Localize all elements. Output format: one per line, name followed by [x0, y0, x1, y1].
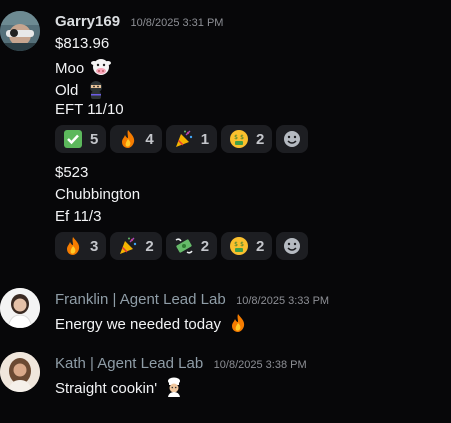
reaction-count: 2	[200, 237, 210, 255]
author-name[interactable]: Franklin | Agent Lead Lab	[55, 291, 226, 308]
avatar-image	[0, 288, 40, 328]
avatar-image	[0, 352, 40, 392]
svg-text:$: $	[240, 134, 244, 141]
money-with-wings-icon	[175, 238, 193, 254]
money-mouth-face-icon: $ $	[230, 237, 249, 255]
svg-text:$: $	[234, 241, 238, 248]
message-line: Moo	[55, 60, 85, 77]
reaction-count: 4	[145, 130, 154, 148]
svg-text:$: $	[240, 241, 244, 248]
avatar[interactable]	[0, 352, 40, 392]
message-text: Energy we needed today	[55, 316, 221, 333]
reaction-party[interactable]: 1	[165, 125, 218, 153]
reactions-bar: 3 2 2 $ $ 2	[55, 232, 309, 260]
reaction-count: 1	[200, 130, 210, 148]
reaction-money-wings[interactable]: 2	[165, 232, 218, 260]
avatar[interactable]	[0, 11, 40, 51]
reaction-money-mouth[interactable]: $ $ 2	[221, 125, 273, 153]
message-line: $813.96	[55, 35, 110, 52]
add-reaction-button[interactable]	[276, 232, 309, 260]
reaction-count: 5	[90, 130, 99, 148]
reaction-count: 2	[256, 237, 265, 255]
money-mouth-face-icon: $ $	[230, 130, 249, 148]
avatar-image	[0, 11, 40, 51]
reaction-count: 2	[256, 130, 265, 148]
author-name[interactable]: Garry169	[55, 13, 120, 30]
fire-icon	[232, 314, 245, 332]
party-popper-icon	[120, 237, 137, 254]
avatar[interactable]	[0, 288, 40, 328]
fire-icon	[122, 130, 135, 148]
reaction-fire[interactable]: 3	[55, 232, 107, 260]
add-reaction-button[interactable]	[276, 125, 309, 153]
author-name[interactable]: Kath | Agent Lead Lab	[55, 355, 203, 372]
reaction-count: 2	[145, 237, 154, 255]
add-reaction-icon	[284, 238, 301, 254]
party-popper-icon	[175, 130, 192, 147]
message-line: Ef 11/3	[55, 208, 102, 225]
add-reaction-icon	[284, 131, 301, 147]
message-line: Old	[55, 82, 79, 99]
message-line-row: Old	[55, 79, 106, 99]
message-text: Straight cookin'	[55, 380, 158, 397]
check-mark-icon	[64, 130, 82, 148]
reaction-party[interactable]: 2	[110, 232, 162, 260]
reaction-check[interactable]: 5	[55, 125, 107, 153]
cow-face-icon	[91, 59, 112, 75]
message-line-row: Straight cookin'	[55, 377, 184, 397]
svg-text:$: $	[234, 134, 238, 141]
timestamp[interactable]: 10/8/2025 3:33 PM	[236, 295, 329, 307]
timestamp[interactable]: 10/8/2025 3:38 PM	[214, 359, 307, 371]
message-line-row: Moo	[55, 57, 112, 77]
reaction-count: 3	[90, 237, 99, 255]
ninja-icon	[89, 81, 102, 99]
reaction-money-mouth[interactable]: $ $ 2	[221, 232, 273, 260]
timestamp[interactable]: 10/8/2025 3:31 PM	[131, 17, 224, 29]
message-line-row: Energy we needed today	[55, 313, 248, 333]
cook-icon	[168, 377, 181, 397]
message-line: $523	[55, 164, 89, 181]
reaction-fire[interactable]: 4	[110, 125, 162, 153]
fire-icon	[67, 237, 80, 255]
message-line: Chubbington	[55, 186, 141, 203]
reactions-bar: 5 4 1 $ $ 2	[55, 125, 309, 153]
message-line: EFT 11/10	[55, 101, 124, 118]
